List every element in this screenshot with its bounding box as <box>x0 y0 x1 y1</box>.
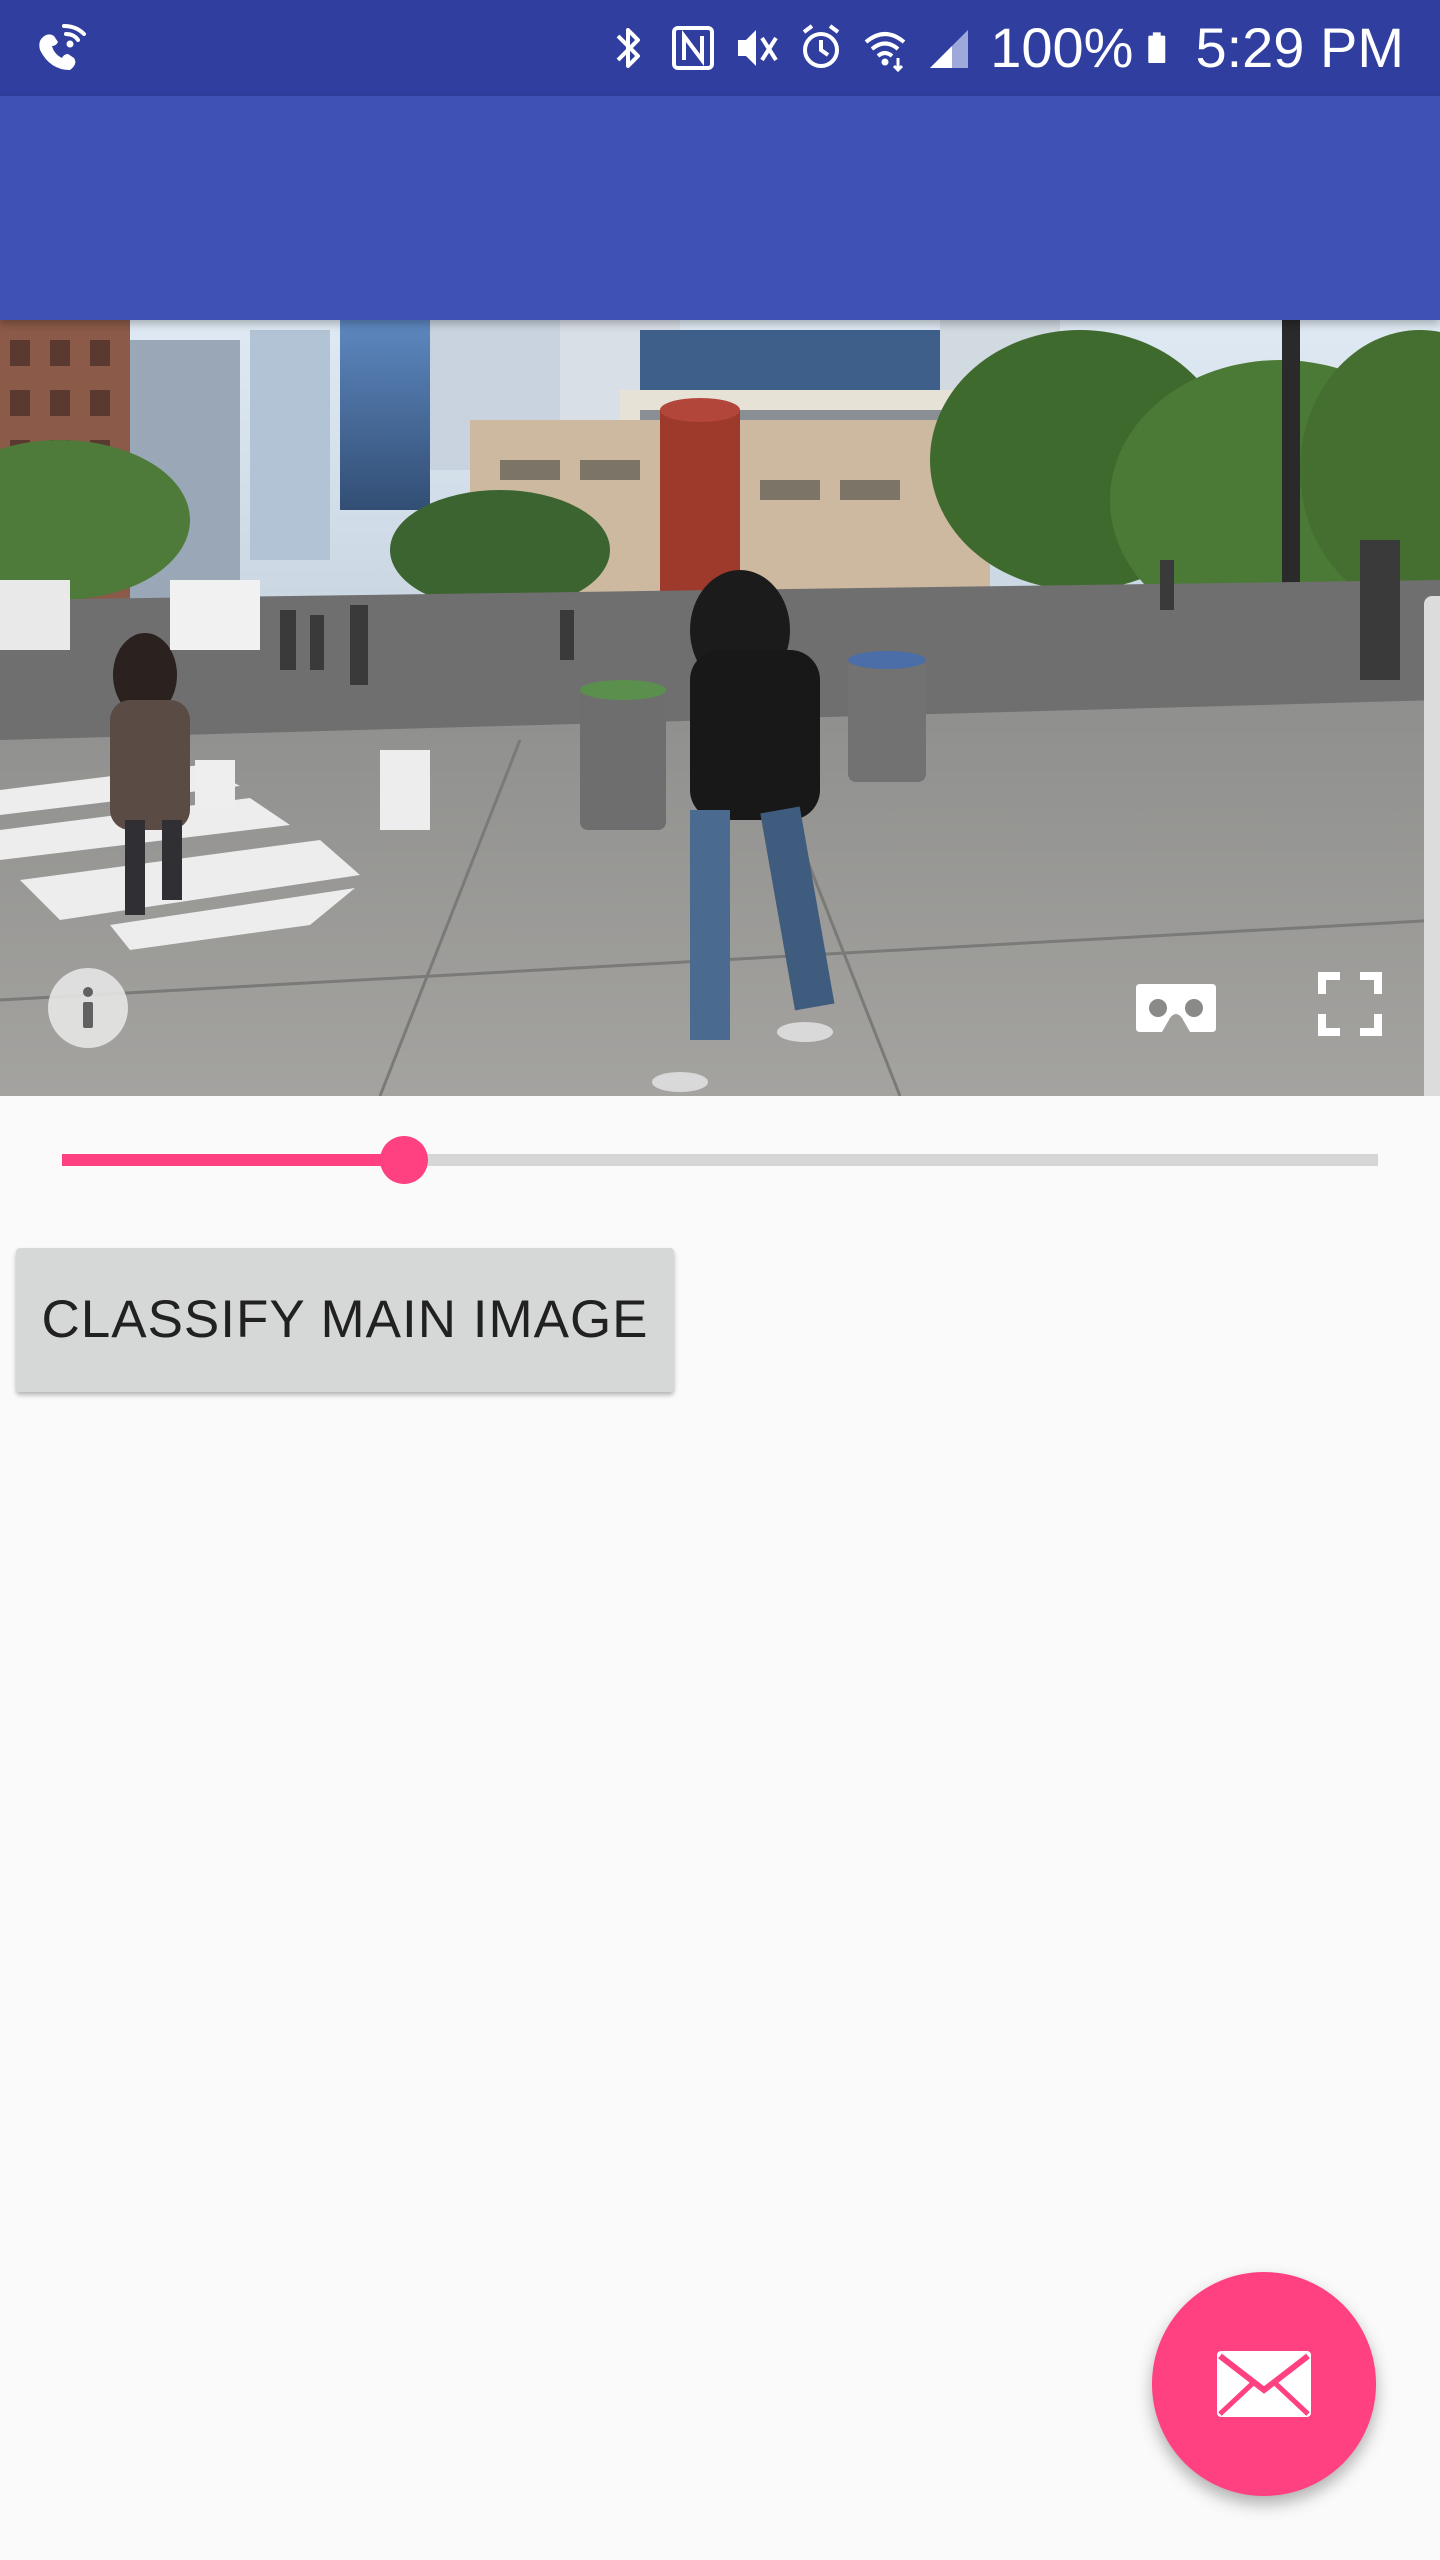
app-bar <box>0 96 1440 320</box>
cardboard-vr-icon[interactable] <box>1134 980 1218 1036</box>
seek-bar[interactable] <box>62 1136 1378 1184</box>
bluetooth-icon <box>616 28 641 68</box>
battery-icon <box>1148 32 1166 63</box>
email-icon <box>1217 2351 1311 2417</box>
wifi-calling-icon <box>39 24 86 70</box>
status-bar: 100% 5:29 PM <box>0 0 1440 96</box>
status-icons: 100% 5:29 PM <box>606 0 1404 96</box>
street-panorama-image <box>0 320 1440 1096</box>
nfc-icon <box>672 26 715 70</box>
wifi-icon <box>864 32 906 73</box>
info-icon[interactable] <box>48 968 128 1048</box>
classify-main-image-button[interactable]: CLASSIFY MAIN IMAGE <box>16 1248 674 1392</box>
email-fab-button[interactable] <box>1152 2272 1376 2496</box>
fullscreen-icon[interactable] <box>1318 972 1382 1036</box>
cell-signal-icon <box>930 30 969 68</box>
seek-thumb[interactable] <box>380 1136 429 1184</box>
seek-progress <box>62 1154 405 1166</box>
panorama-scroll-edge <box>1424 596 1440 1096</box>
battery-percentage: 100% <box>990 16 1134 79</box>
status-time: 5:29 PM <box>1195 16 1404 79</box>
panorama-view[interactable] <box>0 320 1440 1096</box>
alarm-icon <box>803 24 840 68</box>
vibrate-icon <box>738 30 778 66</box>
